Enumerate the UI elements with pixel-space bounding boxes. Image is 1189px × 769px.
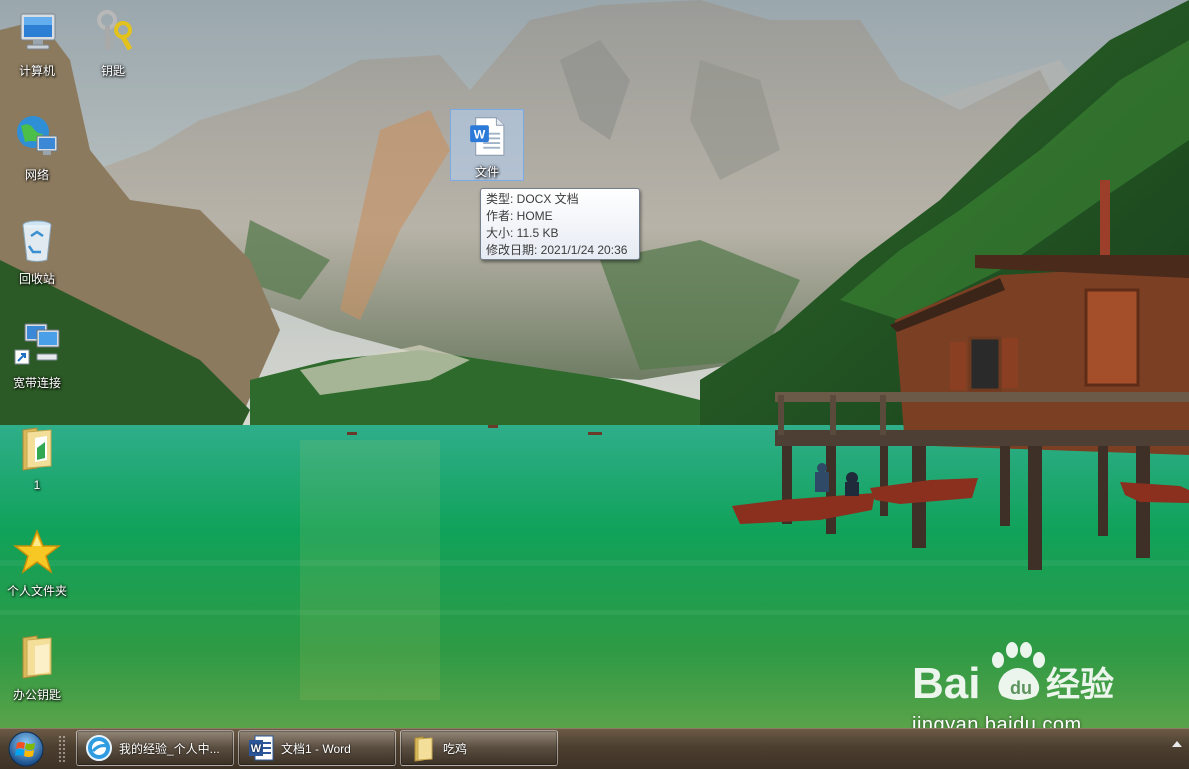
tooltip-size: 大小: 11.5 KB — [486, 226, 559, 240]
desktop-icon-label: 网络 — [24, 168, 49, 182]
svg-text:Bai: Bai — [912, 659, 980, 708]
word-icon: W — [249, 735, 274, 761]
word-document-icon: W — [470, 117, 505, 156]
tooltip-modified: 修改日期: 2021/1/24 20:36 — [486, 243, 628, 257]
file-info-tooltip: 类型: DOCX 文档 作者: HOME 大小: 11.5 KB 修改日期: 2… — [480, 188, 640, 260]
keys-icon — [97, 10, 133, 51]
taskbar-button-label: 我的经验_个人中... — [119, 741, 220, 756]
desktop-icon-label: 办公钥匙 — [12, 688, 61, 702]
desktop-icon-label: 1 — [33, 478, 41, 492]
taskbar-button-folder[interactable]: 吃鸡 — [400, 730, 558, 766]
desktop-icon-recycle-bin[interactable]: 回收站 — [0, 212, 74, 308]
computer-icon — [20, 13, 56, 50]
baidu-logo-icon: Bai du 经验 — [912, 642, 1114, 708]
folder-icon — [22, 427, 52, 471]
desktop-icon-keys[interactable]: 钥匙 — [76, 4, 150, 100]
svg-text:W: W — [251, 743, 262, 755]
star-icon — [13, 528, 61, 574]
desktop-icon-folder-1[interactable]: 1 — [0, 420, 74, 516]
taskbar-button-label: 文档1 - Word — [281, 741, 351, 756]
svg-text:du: du — [1010, 678, 1032, 698]
tooltip-author: 作者: HOME — [486, 209, 553, 223]
network-icon — [17, 116, 58, 155]
browser-icon — [86, 735, 112, 761]
desktop-icon-computer[interactable]: 计算机 — [0, 4, 74, 100]
svg-text:经验: 经验 — [1046, 665, 1114, 705]
tooltip-type: 类型: DOCX 文档 — [486, 192, 579, 206]
desktop-icon-broadband-connection[interactable]: 宽带连接 — [0, 316, 74, 412]
start-button[interactable] — [4, 730, 48, 768]
taskbar-grip[interactable] — [58, 735, 66, 763]
desktop-icon-label: 宽带连接 — [12, 376, 61, 390]
desktop-icon-word-file[interactable]: W 文件 — [450, 109, 524, 181]
taskbar-button-word[interactable]: W 文档1 - Word — [238, 730, 396, 766]
broadband-connection-icon — [14, 323, 60, 365]
folder-icon — [22, 635, 52, 679]
desktop-icon-label: 文件 — [474, 165, 499, 179]
show-hidden-icons-arrow[interactable] — [1172, 741, 1182, 747]
desktop-icon-office-keys-folder[interactable]: 办公钥匙 — [0, 628, 74, 724]
desktop-icon-label: 计算机 — [18, 64, 55, 78]
folder-icon — [414, 736, 433, 762]
windows-start-icon — [8, 731, 44, 767]
taskbar-button-label: 吃鸡 — [443, 741, 468, 756]
desktop-icon-label: 回收站 — [18, 272, 55, 286]
desktop-icon-label: 个人文件夹 — [6, 584, 67, 598]
desktop-icon-network[interactable]: 网络 — [0, 108, 74, 204]
taskbar-button-browser[interactable]: 我的经验_个人中... — [76, 730, 234, 766]
taskbar: 我的经验_个人中... W 文档1 - Word 吃鸡 — [0, 728, 1189, 769]
recycle-bin-icon — [22, 220, 52, 262]
desktop-icon-label: 钥匙 — [100, 64, 125, 78]
desktop-icon-personal-folder[interactable]: 个人文件夹 — [0, 524, 74, 620]
svg-text:W: W — [474, 127, 486, 141]
